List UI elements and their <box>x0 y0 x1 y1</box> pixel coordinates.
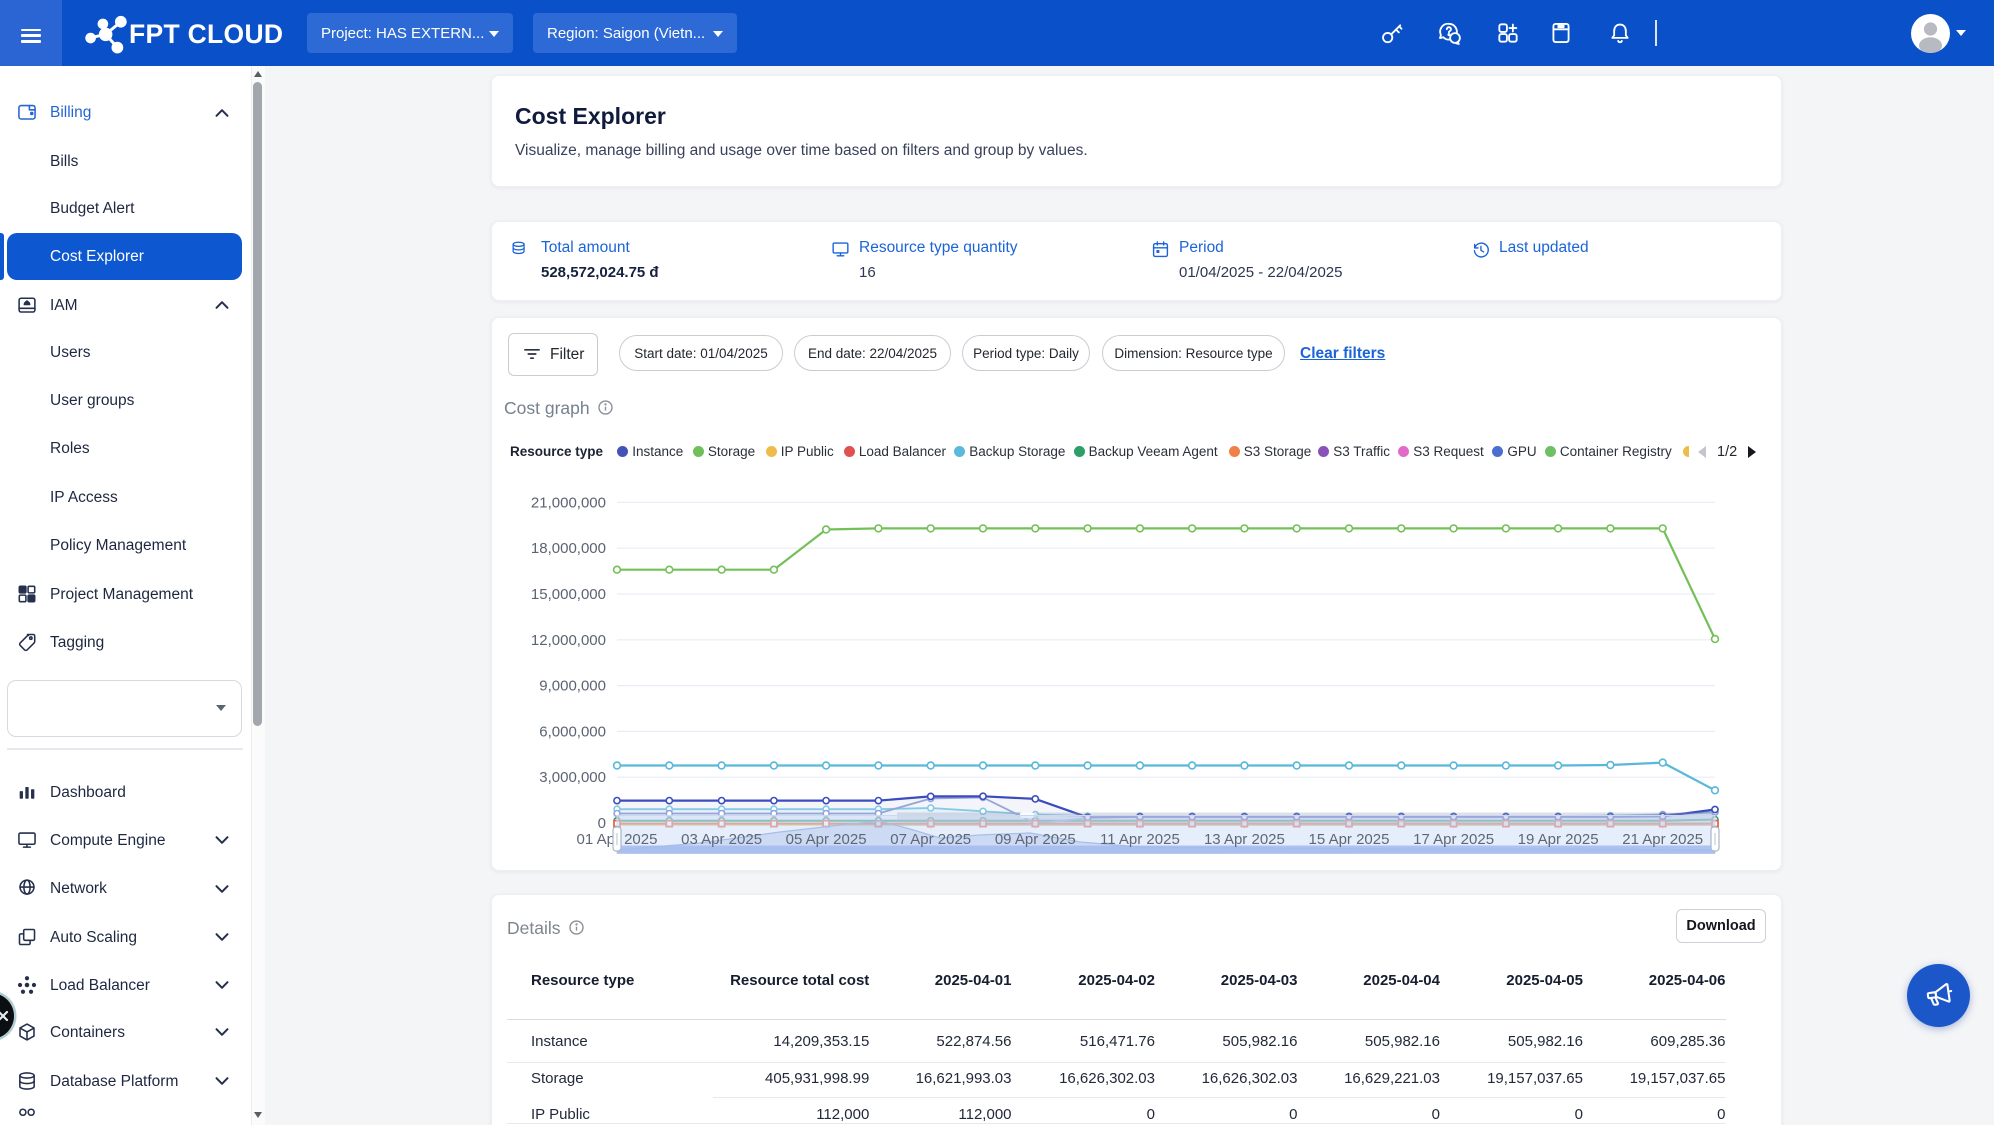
svg-text:19 Apr 2025: 19 Apr 2025 <box>1518 831 1599 848</box>
svg-text:18,000,000: 18,000,000 <box>531 540 606 557</box>
svg-text:3,000,000: 3,000,000 <box>539 769 606 786</box>
svg-text:07 Apr 2025: 07 Apr 2025 <box>890 831 971 848</box>
svg-text:13 Apr 2025: 13 Apr 2025 <box>1204 831 1285 848</box>
svg-text:15,000,000: 15,000,000 <box>531 586 606 603</box>
svg-text:6,000,000: 6,000,000 <box>539 723 606 740</box>
svg-text:09 Apr 2025: 09 Apr 2025 <box>995 831 1076 848</box>
svg-text:21,000,000: 21,000,000 <box>531 494 606 511</box>
svg-text:0: 0 <box>598 815 606 832</box>
svg-text:11 Apr 2025: 11 Apr 2025 <box>1100 831 1180 848</box>
svg-text:03 Apr 2025: 03 Apr 2025 <box>681 831 762 848</box>
svg-text:12,000,000: 12,000,000 <box>531 632 606 649</box>
svg-text:15 Apr 2025: 15 Apr 2025 <box>1309 831 1390 848</box>
svg-text:05 Apr 2025: 05 Apr 2025 <box>786 831 867 848</box>
svg-text:21 Apr 2025: 21 Apr 2025 <box>1622 831 1703 848</box>
svg-text:17 Apr 2025: 17 Apr 2025 <box>1413 831 1494 848</box>
svg-text:9,000,000: 9,000,000 <box>539 678 606 695</box>
